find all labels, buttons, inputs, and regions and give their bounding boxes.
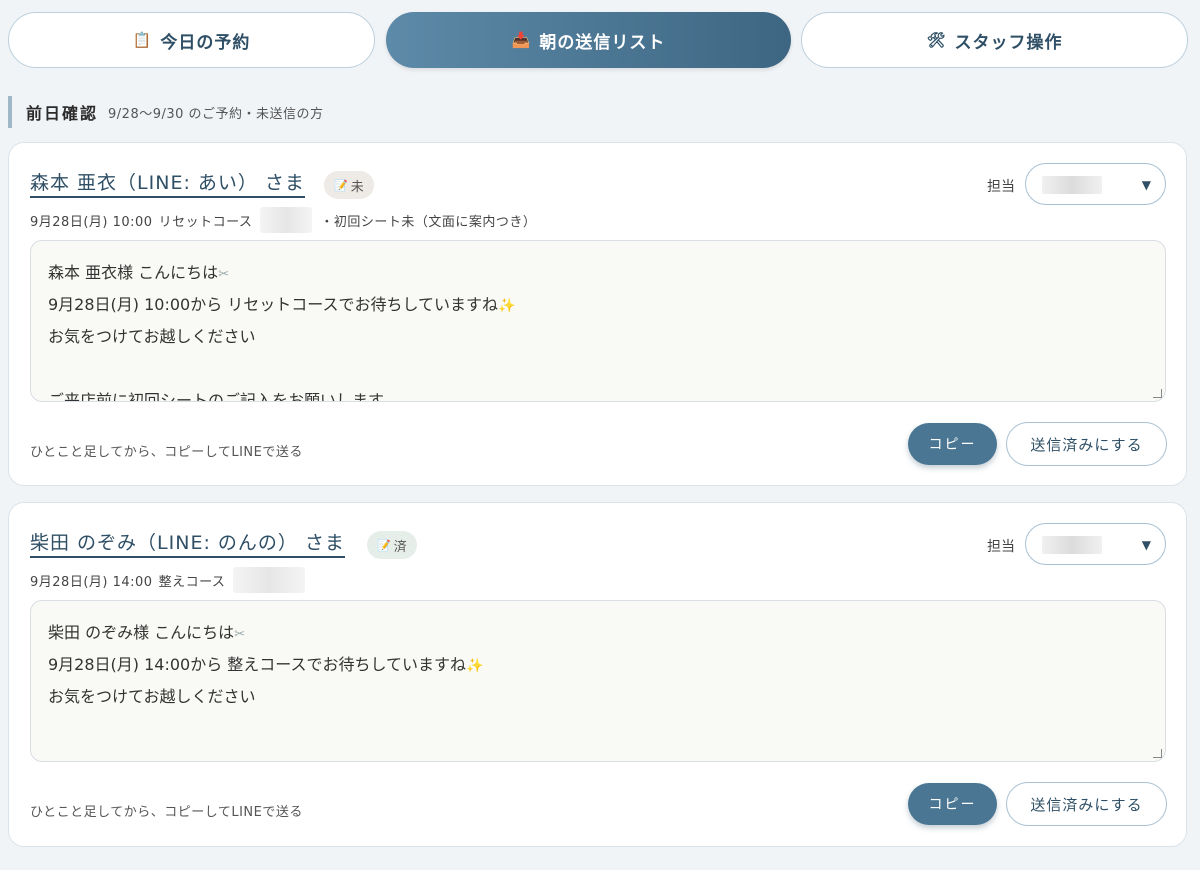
tab-label: 朝の送信リスト [539, 32, 666, 53]
tab-today-reservations[interactable]: 📋 今日の予約 [8, 12, 375, 68]
message-line [48, 355, 1148, 387]
message-line: ご来店前に初回シートのご記入をお願いします [48, 391, 385, 402]
message-line: お気をつけてお越しください [48, 687, 256, 706]
sparkle-icon: ✨ [466, 658, 484, 674]
message-line: 9月28日(月) 10:00から リセットコースでお待ちしていますね✨ [48, 295, 516, 314]
mark-sent-button[interactable]: 送信済みにする [1006, 782, 1167, 826]
resize-handle-icon[interactable] [1153, 749, 1162, 758]
staff-select[interactable]: ▼ [1025, 523, 1166, 565]
hint-text: ひとこと足してから、コピーしてLINEで送る [30, 805, 303, 820]
message-line: 柴田 のぞみ様 こんにちは✂ [48, 623, 246, 642]
clipboard-icon: 📋 [132, 31, 153, 49]
section-subtitle: 9/28〜9/30 のご予約・未送信の方 [108, 106, 324, 122]
badge-label: 未 [350, 179, 364, 195]
message-textarea[interactable]: 柴田 のぞみ様 こんにちは✂ 9月28日(月) 14:00から 整えコースでお待… [30, 600, 1166, 762]
copy-button[interactable]: コピー [908, 783, 997, 825]
badge-label: 済 [393, 539, 407, 555]
message-line: 9月28日(月) 14:00から 整えコースでお待ちしていますね✨ [48, 655, 484, 674]
resize-handle-icon[interactable] [1153, 389, 1162, 398]
message-textarea[interactable]: 森本 亜衣様 こんにちは✂ 9月28日(月) 10:00から リセットコースでお… [30, 240, 1166, 402]
caret-down-icon: ▼ [1141, 538, 1151, 552]
section-accent-bar [8, 96, 12, 128]
reservation-card: 森本 亜衣（LINE: あい） さま 📝 未 9月28日(月) 10:00 リセ… [8, 142, 1187, 486]
section-header: 前日確認 9/28〜9/30 のご予約・未送信の方 [8, 96, 324, 128]
message-line: お気をつけてお越しください [48, 327, 256, 346]
reservation-datetime: 9月28日(月) 10:00 [30, 214, 153, 230]
memo-icon: 📝 [334, 178, 348, 192]
message-line: 森本 亜衣様 こんにちは✂ [48, 263, 230, 282]
copy-button[interactable]: コピー [908, 423, 997, 465]
reservation-meta: 9月28日(月) 14:00 整えコース [30, 567, 313, 593]
reservation-card: 柴田 のぞみ（LINE: のんの） さま 📝 済 9月28日(月) 14:00 … [8, 502, 1187, 847]
reservation-extra: ・初回シート未（文面に案内つき） [320, 214, 537, 230]
section-title: 前日確認 [26, 104, 99, 123]
staff-label: 担当 [987, 179, 1015, 195]
redacted-staff-value [1042, 536, 1102, 554]
redacted-staff [260, 207, 313, 233]
reservation-meta: 9月28日(月) 10:00 リセットコース ・初回シート未（文面に案内つき） [30, 207, 536, 233]
tools-icon: 🛠 [926, 31, 947, 49]
scissors-icon: ✂ [218, 267, 230, 282]
staff-select[interactable]: ▼ [1025, 163, 1166, 205]
scissors-icon: ✂ [234, 627, 246, 642]
staff-label: 担当 [987, 539, 1015, 555]
customer-name-link[interactable]: 柴田 のぞみ（LINE: のんの） さま [30, 531, 345, 558]
caret-down-icon: ▼ [1141, 178, 1151, 192]
reservation-course: リセットコース [158, 214, 253, 230]
tab-label: 今日の予約 [160, 32, 251, 53]
tab-staff-operations[interactable]: 🛠 スタッフ操作 [801, 12, 1188, 68]
redacted-staff-value [1042, 176, 1102, 194]
mark-sent-button[interactable]: 送信済みにする [1006, 422, 1167, 466]
sheet-status-badge: 📝 未 [324, 171, 374, 199]
memo-icon: 📝 [377, 538, 391, 552]
redacted-staff [233, 567, 306, 593]
tab-bar: 📋 今日の予約 📥 朝の送信リスト 🛠 スタッフ操作 [8, 12, 1188, 68]
inbox-tray-icon: 📥 [511, 31, 532, 49]
reservation-datetime: 9月28日(月) 14:00 [30, 574, 153, 590]
customer-name-link[interactable]: 森本 亜衣（LINE: あい） さま [30, 171, 305, 198]
reservation-course: 整えコース [158, 574, 226, 590]
hint-text: ひとこと足してから、コピーしてLINEで送る [30, 445, 303, 460]
tab-label: スタッフ操作 [954, 32, 1063, 53]
sparkle-icon: ✨ [498, 298, 516, 314]
sheet-status-badge: 📝 済 [367, 531, 417, 559]
tab-morning-send-list[interactable]: 📥 朝の送信リスト [386, 12, 791, 68]
